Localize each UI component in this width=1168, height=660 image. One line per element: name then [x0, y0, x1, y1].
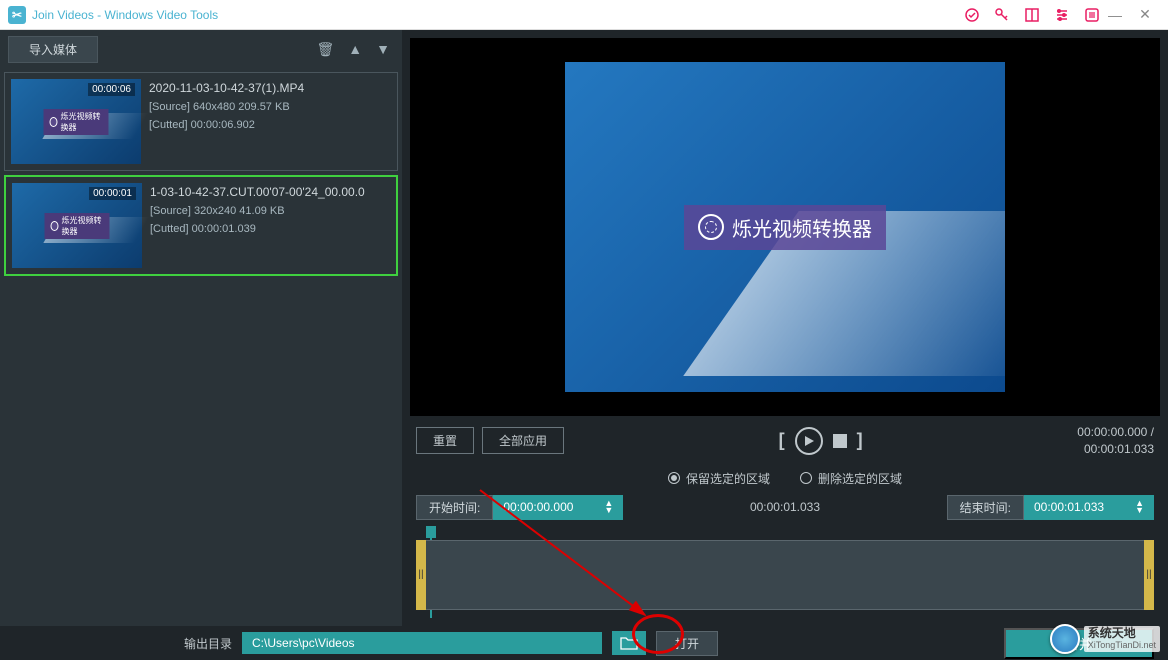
media-cutted: [Cutted] 00:00:06.902: [149, 119, 391, 131]
thumb-overlay-text: 烁光视频转换器: [61, 111, 103, 133]
media-panel: 导入媒体 🗑 ▲ ▼ 烁光视频转换器 00:00:06 2020-11-03-1…: [0, 30, 402, 626]
import-media-button[interactable]: 导入媒体: [8, 36, 98, 63]
thumb-duration: 00:00:01: [89, 187, 136, 200]
media-filename: 1-03-10-42-37.CUT.00'07-00'24_00.00.0: [150, 185, 390, 199]
preview-video: 烁光视频转换器: [565, 62, 1005, 392]
move-down-icon[interactable]: ▼: [372, 41, 394, 57]
end-time-label: 结束时间:: [947, 495, 1024, 520]
move-up-icon[interactable]: ▲: [344, 41, 366, 57]
end-time-input[interactable]: 00:00:01.033▲▼: [1024, 495, 1154, 520]
watermark-icon: [1050, 624, 1080, 654]
media-item[interactable]: 烁光视频转换器 00:00:01 1-03-10-42-37.CUT.00'07…: [4, 175, 398, 276]
delete-icon[interactable]: 🗑: [313, 41, 339, 58]
mark-out-button[interactable]: ]: [857, 430, 863, 451]
app-icon: ✂: [8, 6, 26, 24]
duration-display: 00:00:01.033: [631, 500, 938, 514]
media-cutted: [Cutted] 00:00:01.039: [150, 223, 390, 235]
watermark: 系统天地 XiTongTianDi.net: [1050, 624, 1160, 654]
watermark-text-2: XiTongTianDi.net: [1088, 641, 1156, 651]
start-time-label: 开始时间:: [416, 495, 493, 520]
media-item[interactable]: 烁光视频转换器 00:00:06 2020-11-03-10-42-37(1).…: [4, 72, 398, 171]
preview-area: 烁光视频转换器: [410, 38, 1160, 416]
start-time-input[interactable]: 00:00:00.000▲▼: [493, 495, 623, 520]
trim-handle-right[interactable]: ||: [1144, 540, 1154, 610]
media-filename: 2020-11-03-10-42-37(1).MP4: [149, 81, 391, 95]
timeline-track[interactable]: [416, 540, 1154, 610]
stop-button[interactable]: [833, 434, 847, 448]
overlay-app-text: 烁光视频转换器: [732, 213, 872, 242]
timeline[interactable]: || ||: [416, 530, 1154, 614]
window-title: Join Videos - Windows Video Tools: [32, 8, 964, 22]
mark-in-button[interactable]: [: [779, 430, 785, 451]
output-dir-label: 输出目录: [184, 635, 232, 652]
play-button[interactable]: [795, 427, 823, 455]
apply-all-button[interactable]: 全部应用: [482, 427, 564, 454]
open-folder-button[interactable]: 打开: [656, 631, 718, 656]
thumb-duration: 00:00:06: [88, 83, 135, 96]
media-source: [Source] 320x240 41.09 KB: [150, 205, 390, 217]
title-bar: ✂ Join Videos - Windows Video Tools — ✕: [0, 0, 1168, 30]
cart-icon[interactable]: [964, 7, 980, 23]
keep-region-radio[interactable]: 保留选定的区域: [668, 470, 770, 487]
menu-icon[interactable]: [1084, 7, 1100, 23]
output-path-input[interactable]: C:\Users\pc\Videos: [242, 632, 602, 654]
trim-handle-left[interactable]: ||: [416, 540, 426, 610]
reset-button[interactable]: 重置: [416, 427, 474, 454]
output-bar: 输出目录 C:\Users\pc\Videos 打开 合并: [0, 626, 1168, 660]
close-button[interactable]: ✕: [1130, 6, 1160, 23]
editor-panel: 烁光视频转换器 重置 全部应用 [ ] 00:00:00.000 / 00:00…: [402, 30, 1168, 626]
thumb-overlay-text: 烁光视频转换器: [62, 215, 104, 237]
media-source: [Source] 640x480 209.57 KB: [149, 101, 391, 113]
time-display: 00:00:00.000 / 00:00:01.033: [1077, 424, 1154, 458]
settings-icon[interactable]: [1054, 7, 1070, 23]
layout-icon[interactable]: [1024, 7, 1040, 23]
key-icon[interactable]: [994, 7, 1010, 23]
playhead-marker[interactable]: [426, 526, 436, 538]
remove-region-radio[interactable]: 删除选定的区域: [800, 470, 902, 487]
watermark-text-1: 系统天地: [1088, 627, 1156, 640]
minimize-button[interactable]: —: [1100, 7, 1130, 23]
media-thumbnail: 烁光视频转换器 00:00:06: [11, 79, 141, 164]
media-thumbnail: 烁光视频转换器 00:00:01: [12, 183, 142, 268]
browse-folder-button[interactable]: [612, 631, 646, 655]
overlay-app-icon: [698, 214, 724, 240]
